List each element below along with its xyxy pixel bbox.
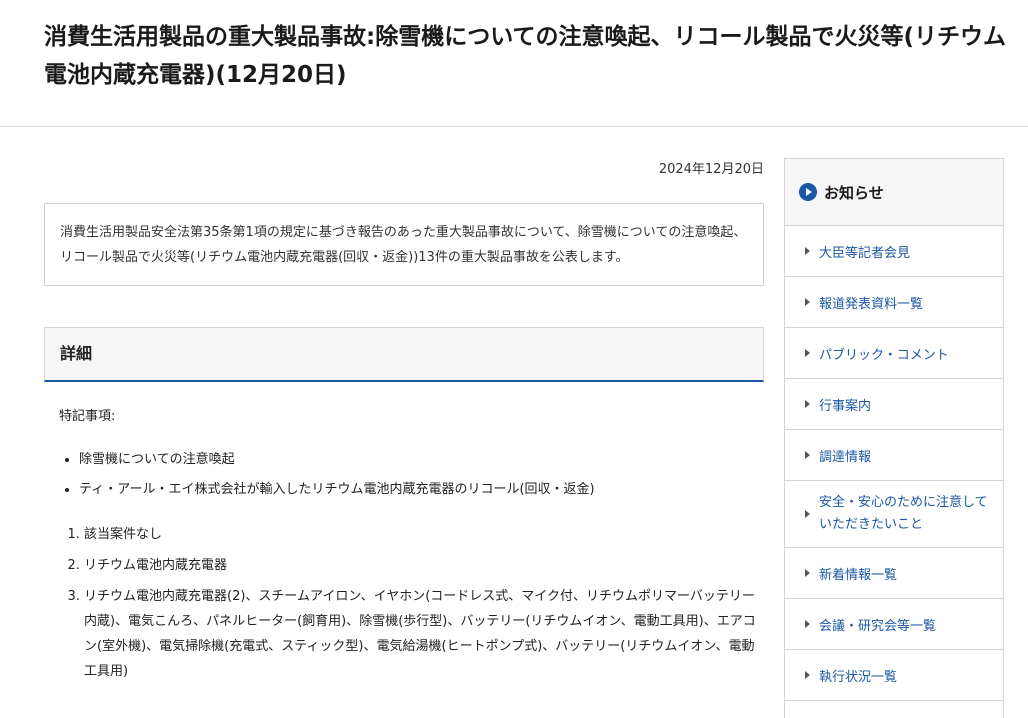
triangle-right-icon — [805, 671, 810, 679]
sidebar-item-label: 会議・研究会等一覧 — [819, 618, 937, 634]
triangle-right-icon — [805, 451, 810, 459]
triangle-right-icon — [805, 349, 810, 357]
detail-heading: 詳細 — [44, 327, 764, 382]
circle-arrow-icon — [799, 183, 817, 201]
summary-box: 消費生活用製品安全法第35条第1項の規定に基づき報告のあった重大製品事故について… — [44, 203, 764, 286]
sidebar-item-label: 報道発表資料一覧 — [819, 296, 924, 312]
triangle-right-icon — [805, 510, 810, 518]
sidebar-item-events[interactable]: 行事案内 — [785, 379, 1003, 430]
list-item: 該当案件なし — [84, 519, 764, 550]
notes-bullet-list: 除雪機についての注意喚起 ティ・アール・エイ株式会社が輸入したリチウム電池内蔵充… — [44, 445, 764, 505]
notes-numbered-list: 該当案件なし リチウム電池内蔵充電器 リチウム電池内蔵充電器(2)、スチームアイ… — [44, 519, 764, 684]
page-title: 消費生活用製品の重大製品事故:除雪機についての注意喚起、リコール製品で火災等(リ… — [44, 24, 1007, 88]
sidebar-item-label: 安全・安心のために注意していただきたいこと — [819, 495, 988, 532]
list-item: リチウム電池内蔵充電器 — [84, 550, 764, 581]
page-header: 消費生活用製品の重大製品事故:除雪機についての注意喚起、リコール製品で火災等(リ… — [0, 0, 1028, 127]
list-item: ティ・アール・エイ株式会社が輸入したリチウム電池内蔵充電器のリコール(回収・返金… — [79, 475, 764, 505]
sidebar-item-label: 行事案内 — [819, 398, 872, 414]
publish-date: 2024年12月20日 — [658, 162, 764, 177]
sidebar-item-safety-notice[interactable]: 安全・安心のために注意していただきたいこと — [785, 481, 1003, 548]
sidebar-heading-label: お知らせ — [824, 183, 884, 202]
sidebar-item-label: 調達情報 — [819, 449, 872, 465]
sidebar-item-meetings[interactable]: 会議・研究会等一覧 — [785, 599, 1003, 650]
sidebar-item-execution-status[interactable]: 執行状況一覧 — [785, 650, 1003, 701]
sidebar-item-whats-new[interactable]: 新着情報一覧 — [785, 548, 1003, 599]
main-content: 2024年12月20日 消費生活用製品安全法第35条第1項の規定に基づき報告のあ… — [44, 158, 764, 684]
triangle-right-icon — [805, 298, 810, 306]
sidebar-item-label: 新着情報一覧 — [819, 567, 898, 583]
notes-label: 特記事項: — [59, 409, 116, 424]
triangle-right-icon — [805, 620, 810, 628]
triangle-right-icon — [805, 247, 810, 255]
triangle-right-icon — [805, 569, 810, 577]
sidebar-item-label: 執行状況一覧 — [819, 669, 898, 685]
list-item: 除雪機についての注意喚起 — [79, 445, 764, 475]
triangle-right-icon — [805, 400, 810, 408]
sidebar-item-public-comment[interactable]: パブリック・コメント — [785, 328, 1003, 379]
sidebar-item-procurement[interactable]: 調達情報 — [785, 430, 1003, 481]
sidebar-item-press-conference[interactable]: 大臣等記者会見 — [785, 226, 1003, 277]
sidebar-item-press-releases[interactable]: 報道発表資料一覧 — [785, 277, 1003, 328]
sidebar-item-label: 大臣等記者会見 — [819, 245, 911, 261]
sidebar-notices: お知らせ 大臣等記者会見 報道発表資料一覧 パブリック・コメント 行事案内 調達… — [784, 158, 1004, 718]
list-item: リチウム電池内蔵充電器(2)、スチームアイロン、イヤホン(コードレス式、マイク付… — [84, 581, 764, 684]
sidebar-heading: お知らせ — [785, 159, 1003, 226]
sidebar-item-label: パブリック・コメント — [819, 347, 949, 363]
